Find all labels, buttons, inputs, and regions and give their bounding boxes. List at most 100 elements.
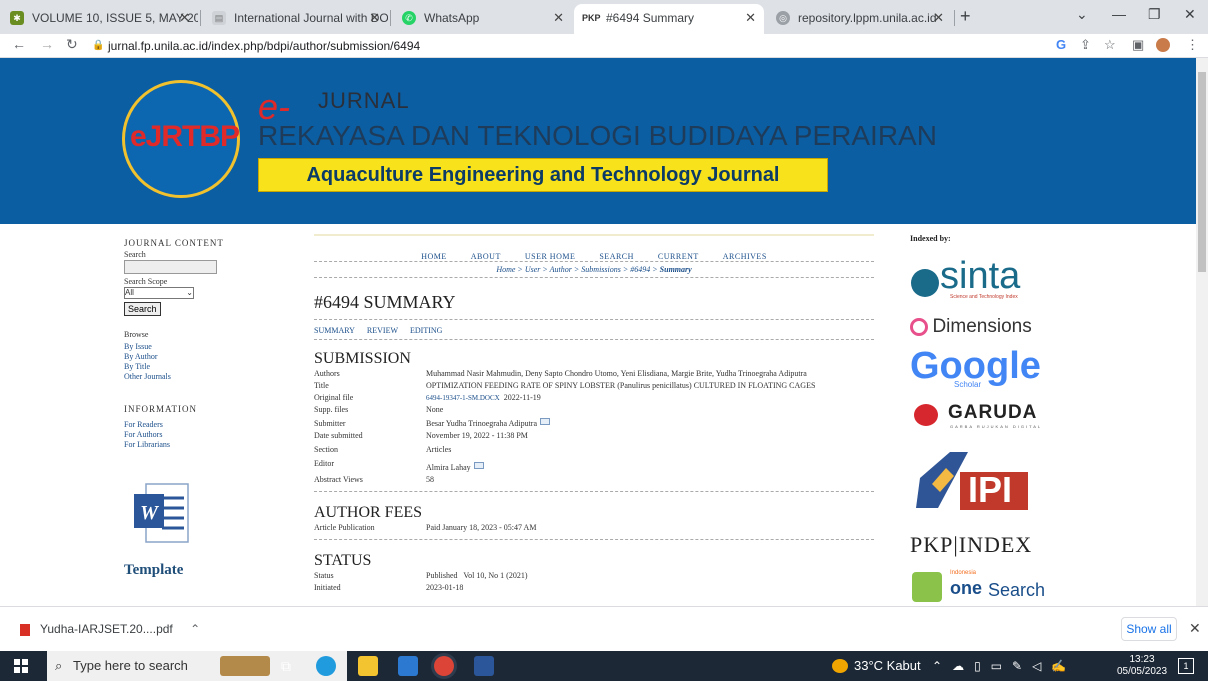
browser-tab-2[interactable]: ▤ International Journal with DOI Pr ✕ (202, 4, 388, 34)
profile-avatar[interactable] (1156, 38, 1170, 52)
close-icon[interactable]: ✕ (745, 4, 756, 32)
side-panel-icon[interactable]: ▣ (1132, 37, 1144, 53)
breadcrumb-id[interactable]: #6494 (630, 265, 650, 274)
onesearch-logo[interactable]: Indonesia one Search (910, 568, 1050, 606)
maximize-button[interactable]: ❐ (1148, 6, 1161, 23)
reload-icon[interactable]: ↻ (66, 36, 78, 53)
original-file-link[interactable]: 6494-19347-1-SM.DOCX (426, 394, 500, 402)
close-icon[interactable]: ✕ (179, 4, 190, 32)
page-scrollbar[interactable] (1196, 58, 1208, 606)
share-icon[interactable]: ⇪ (1080, 37, 1091, 53)
word-app-icon[interactable] (474, 656, 494, 676)
word-document-icon[interactable]: W (132, 482, 192, 546)
article-publication-value: Paid January 18, 2023 - 05:47 AM (426, 523, 537, 532)
browse-by-title-link[interactable]: By Title (124, 362, 304, 372)
nav-archives[interactable]: ARCHIVES (723, 252, 767, 261)
top-nav-menu: HOME ABOUT USER HOME SEARCH CURRENT ARCH… (314, 234, 874, 262)
menu-icon[interactable]: ⋮ (1186, 37, 1199, 53)
taskbar-search-input[interactable]: ⌕ Type here to search (47, 651, 347, 681)
chrome-icon[interactable] (434, 656, 454, 676)
url-input[interactable]: 🔒 jurnal.fp.unila.ac.id/index.php/bdpi/a… (92, 37, 1042, 55)
battery-icon[interactable]: ▯ (974, 659, 991, 673)
ink-icon[interactable]: ✍ (1051, 659, 1076, 673)
browser-tab-1[interactable]: ✱ VOLUME 10, ISSUE 5, MAY 2023 | ✕ (0, 4, 198, 34)
ipi-logo[interactable]: IPI (910, 448, 1028, 512)
minimize-button[interactable]: — (1112, 6, 1126, 22)
search-highlight-image[interactable] (220, 656, 270, 676)
template-link[interactable]: Template (124, 562, 183, 579)
back-arrow-icon[interactable]: ← (12, 36, 26, 52)
tab-summary[interactable]: SUMMARY (314, 326, 355, 335)
search-scope-select[interactable]: All ⌄ (124, 287, 194, 299)
taskbar-clock[interactable]: 13:23 05/05/2023 (1112, 654, 1172, 678)
article-publication-label: Article Publication (314, 523, 375, 532)
nav-home[interactable]: HOME (421, 252, 447, 261)
breadcrumb-user[interactable]: User (525, 265, 541, 274)
search-input[interactable] (124, 260, 217, 274)
email-icon[interactable] (540, 418, 551, 425)
close-download-bar-icon[interactable]: ✕ (1189, 620, 1201, 637)
forward-arrow-icon[interactable]: → (40, 36, 54, 52)
pdf-file-icon (20, 623, 30, 636)
show-all-button[interactable]: Show all (1121, 617, 1177, 641)
date-submitted-label: Date submitted (314, 431, 363, 440)
download-filename: Yudha-IARJSET.20....pdf (40, 622, 173, 636)
breadcrumb-submissions[interactable]: Submissions (581, 265, 621, 274)
file-explorer-icon[interactable] (358, 656, 378, 676)
google-scholar-logo[interactable]: Google Scholar (910, 346, 1041, 394)
for-authors-link[interactable]: For Authors (124, 430, 304, 440)
windows-start-icon[interactable] (14, 659, 28, 673)
close-icon[interactable]: ✕ (369, 4, 380, 32)
mail-icon[interactable] (398, 656, 418, 676)
garuda-logo[interactable]: GARUDA GARBA RUJUKAN DIGITAL (910, 402, 1050, 442)
window-close-button[interactable]: ✕ (1184, 6, 1196, 23)
breadcrumb-current[interactable]: Summary (660, 265, 692, 274)
ijar-icon: ✱ (10, 11, 24, 25)
notification-icon[interactable]: 1 (1178, 658, 1194, 674)
browser-tab-5[interactable]: ◎ repository.lppm.unila.ac.id ✕ (766, 4, 952, 34)
nav-search[interactable]: SEARCH (599, 252, 634, 261)
browse-by-issue-link[interactable]: By Issue (124, 342, 304, 352)
onesearch-search-text: Search (988, 580, 1046, 600)
nav-user-home[interactable]: USER HOME (525, 252, 576, 261)
browse-by-author-link[interactable]: By Author (124, 352, 304, 362)
breadcrumb-author[interactable]: Author (550, 265, 572, 274)
breadcrumb-home[interactable]: Home (496, 265, 515, 274)
nav-current[interactable]: CURRENT (658, 252, 699, 261)
email-icon[interactable] (473, 462, 484, 469)
pen-icon[interactable]: ✎ (1012, 659, 1032, 673)
pkp-index-logo[interactable]: PKP|INDEX (910, 532, 1032, 558)
chevron-up-icon[interactable]: ⌃ (932, 659, 952, 673)
weather-widget[interactable]: 33°C Kabut (832, 651, 921, 681)
for-readers-link[interactable]: For Readers (124, 420, 304, 430)
volume-icon[interactable]: ◁ (1032, 659, 1051, 673)
garuda-text: GARUDA (948, 402, 1038, 423)
status-value: Published Vol 10, No 1 (2021) (426, 571, 528, 580)
nav-about[interactable]: ABOUT (471, 252, 501, 261)
sinta-logo[interactable]: sinta Science and Technology Index (910, 256, 1050, 302)
tab-review[interactable]: REVIEW (367, 326, 398, 335)
cloud-icon[interactable]: ☁ (952, 659, 974, 673)
search-button[interactable]: Search (124, 302, 161, 316)
google-translate-icon[interactable]: G (1056, 37, 1066, 52)
task-view-icon[interactable]: ⧉ (276, 656, 296, 676)
close-icon[interactable]: ✕ (553, 4, 564, 32)
dimensions-logo[interactable]: Dimensions (910, 316, 1032, 338)
new-tab-button[interactable]: + (960, 6, 971, 27)
chevron-up-icon[interactable]: ⌃ (190, 622, 200, 636)
tab-search-icon[interactable]: ⌄ (1076, 6, 1088, 23)
section-label: Section (314, 445, 338, 454)
bookmark-star-icon[interactable]: ☆ (1104, 37, 1116, 53)
scrollbar-thumb[interactable] (1198, 72, 1206, 272)
close-icon[interactable]: ✕ (933, 4, 944, 32)
edge-browser-icon[interactable] (316, 656, 336, 676)
browse-other-journals-link[interactable]: Other Journals (124, 372, 304, 382)
for-librarians-link[interactable]: For Librarians (124, 440, 304, 450)
browser-tab-3[interactable]: ✆ WhatsApp ✕ (392, 4, 572, 34)
network-icon[interactable]: ▭ (991, 659, 1012, 673)
browser-tab-4[interactable]: PKP #6494 Summary ✕ (574, 4, 764, 34)
tab-editing[interactable]: EDITING (410, 326, 442, 335)
editor-label: Editor (314, 459, 334, 468)
globe-icon: ◎ (776, 11, 790, 25)
download-item[interactable]: Yudha-IARJSET.20....pdf ⌃ (20, 622, 200, 636)
